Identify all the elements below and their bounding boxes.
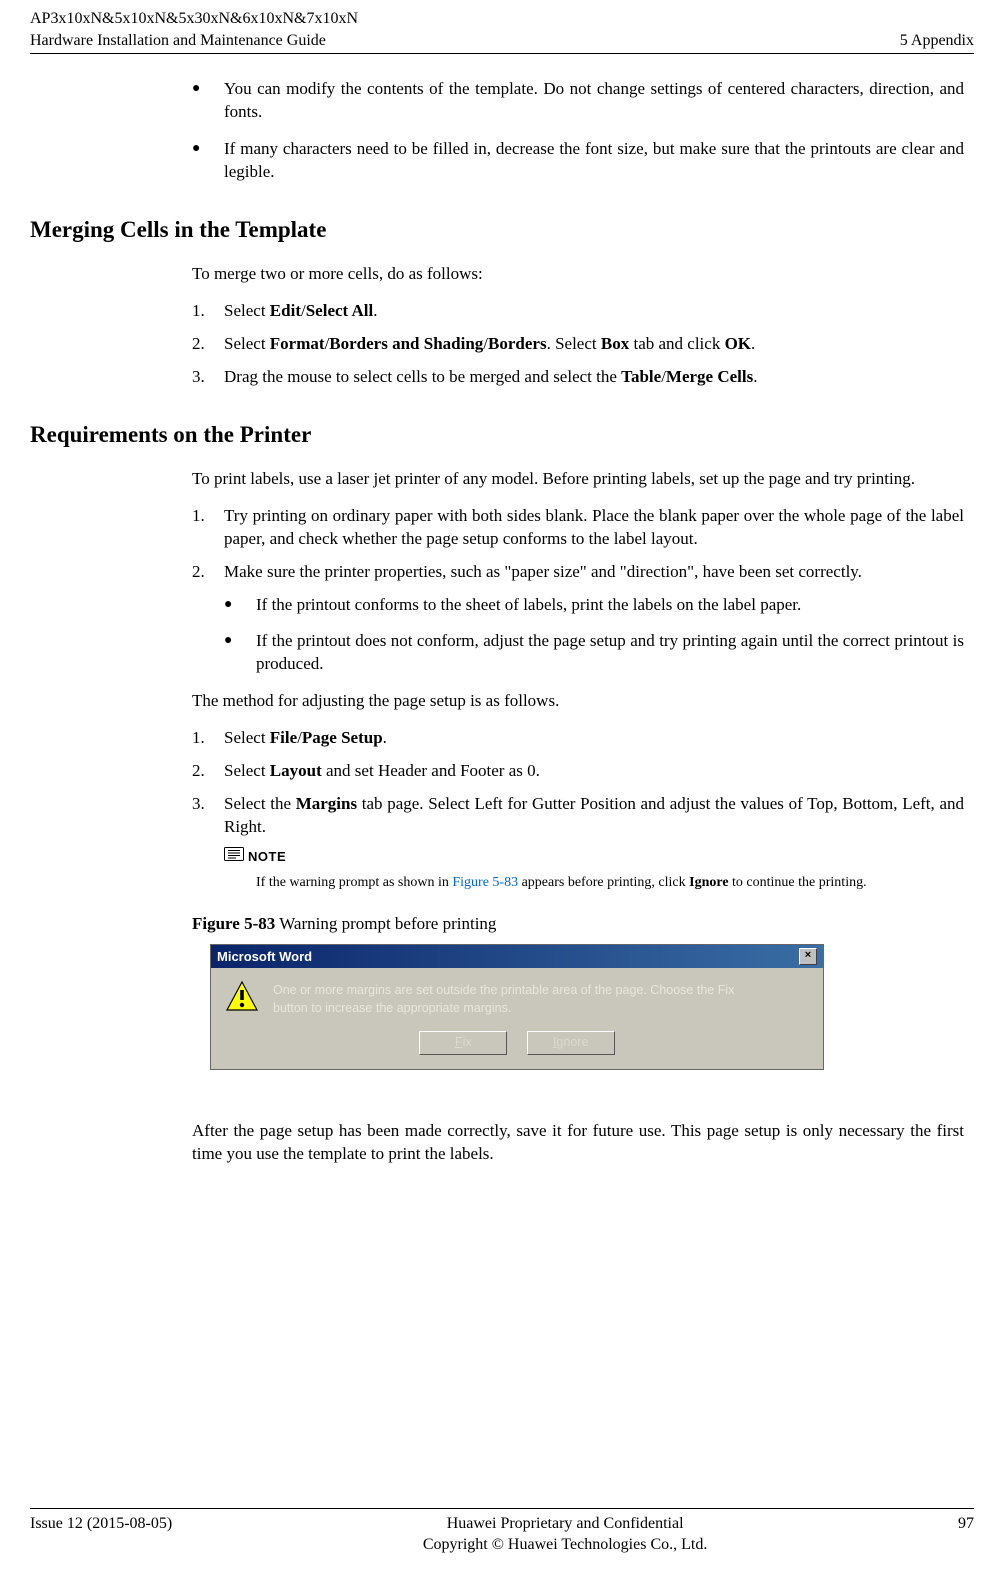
dialog-ignore-button[interactable]: Ignore: [527, 1031, 615, 1055]
intro-bullet-list: You can modify the contents of the templ…: [192, 78, 964, 184]
warning-icon: [225, 980, 259, 1014]
printer-step: Make sure the printer properties, such a…: [192, 561, 964, 584]
merging-lead: To merge two or more cells, do as follow…: [192, 263, 964, 286]
dialog-close-button[interactable]: ×: [799, 948, 817, 965]
figure-reference-link[interactable]: Figure 5-83: [452, 875, 518, 890]
page-footer: Issue 12 (2015-08-05) Huawei Proprietary…: [30, 1508, 974, 1556]
printer-step-b: Select the Margins tab page. Select Left…: [192, 793, 964, 893]
header-product-line2: Hardware Installation and Maintenance Gu…: [30, 30, 358, 52]
printer-sub-bullet: If the printout conforms to the sheet of…: [224, 594, 964, 617]
printer-closing: After the page setup has been made corre…: [192, 1120, 964, 1166]
dialog-message: One or more margins are set outside the …: [273, 980, 734, 1017]
printer-sub-bullets: If the printout conforms to the sheet of…: [224, 594, 964, 677]
merging-step: Drag the mouse to select cells to be mer…: [192, 366, 964, 389]
printer-method-lead: The method for adjusting the page setup …: [192, 690, 964, 713]
printer-step-b: Select Layout and set Header and Footer …: [192, 760, 964, 783]
merging-steps: Select Edit/Select All. Select Format/Bo…: [192, 300, 964, 389]
dialog-fix-button[interactable]: Fix: [419, 1031, 507, 1055]
note-icon: [224, 847, 244, 866]
footer-copyright: Copyright © Huawei Technologies Co., Ltd…: [423, 1534, 707, 1556]
dialog-titlebar: Microsoft Word ×: [211, 945, 823, 969]
intro-bullet-item: You can modify the contents of the templ…: [192, 78, 964, 124]
header-product-line1: AP3x10xN&5x10xN&5x30xN&6x10xN&7x10xN: [30, 8, 358, 30]
merging-step: Select Format/Borders and Shading/Border…: [192, 333, 964, 356]
figure-caption: Figure 5-83 Warning prompt before printi…: [192, 913, 964, 936]
printer-step-b: Select File/Page Setup.: [192, 727, 964, 750]
figure-label: Figure 5-83: [192, 914, 275, 933]
note-text: If the warning prompt as shown in Figure…: [256, 874, 964, 893]
heading-merging-cells: Merging Cells in the Template: [30, 214, 964, 245]
printer-step: Try printing on ordinary paper with both…: [192, 505, 964, 551]
printer-steps-a: Try printing on ordinary paper with both…: [192, 505, 964, 584]
heading-printer-requirements: Requirements on the Printer: [30, 419, 964, 450]
dialog-title: Microsoft Word: [217, 948, 312, 966]
figure-caption-text: Warning prompt before printing: [275, 914, 496, 933]
intro-bullet-item: If many characters need to be filled in,…: [192, 138, 964, 184]
footer-confidential: Huawei Proprietary and Confidential: [423, 1513, 707, 1535]
printer-lead: To print labels, use a laser jet printer…: [192, 468, 964, 491]
footer-issue: Issue 12 (2015-08-05): [30, 1513, 172, 1535]
merging-step: Select Edit/Select All.: [192, 300, 964, 323]
page-header: AP3x10xN&5x10xN&5x30xN&6x10xN&7x10xN Har…: [30, 0, 974, 54]
printer-steps-b: Select File/Page Setup. Select Layout an…: [192, 727, 964, 893]
note-block: NOTE If the warning prompt as shown in F…: [224, 845, 964, 893]
header-section: 5 Appendix: [900, 30, 974, 52]
note-label-text: NOTE: [248, 848, 286, 866]
printer-sub-bullet: If the printout does not conform, adjust…: [224, 630, 964, 676]
footer-page-number: 97: [958, 1513, 974, 1535]
warning-dialog: Microsoft Word × One or more margins are…: [210, 944, 824, 1071]
